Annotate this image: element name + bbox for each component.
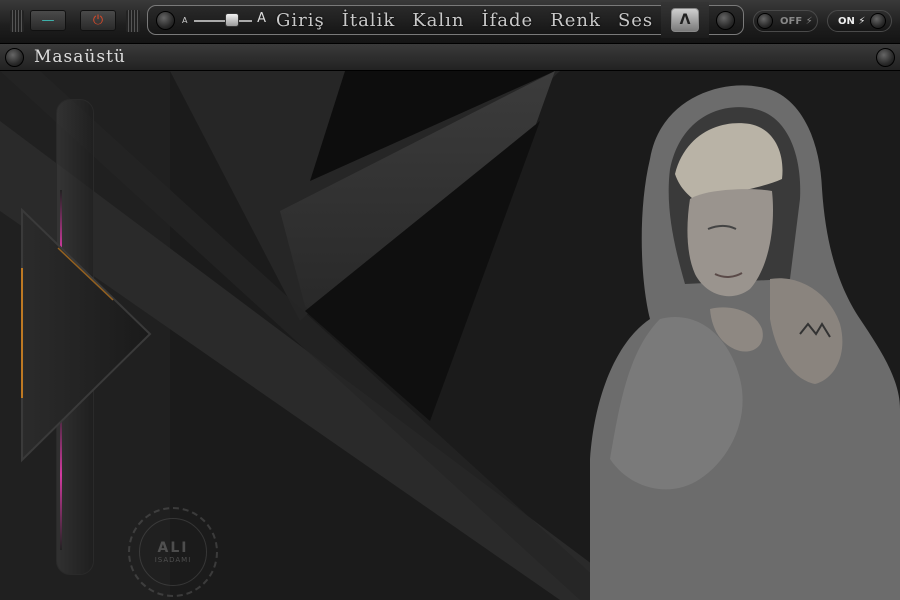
watermark-inner: ALI ISADAMI (139, 518, 207, 586)
watermark-line2: ISADAMI (154, 556, 192, 564)
app-logo-glyph: Λ (679, 12, 691, 28)
minimize-button[interactable]: — (30, 10, 66, 31)
menu-item-renk[interactable]: Renk (550, 10, 601, 31)
bolt-icon: ⚡ (805, 15, 813, 27)
window-controls: — ⏻ (10, 8, 140, 36)
watermark-line1: ALI (157, 540, 189, 556)
subbar-left-knob[interactable] (5, 48, 24, 67)
menu-item-giris[interactable]: Giriş (276, 10, 325, 31)
app-logo-icon: Λ (671, 8, 699, 32)
bolt-icon: ⚡ (858, 15, 866, 27)
play-icon[interactable] (18, 208, 158, 468)
menu-item-ses[interactable]: Ses (618, 10, 653, 31)
subbar-right-knob[interactable] (876, 48, 895, 67)
power-icon: ⏻ (92, 13, 104, 28)
app-logo-button[interactable]: Λ (661, 2, 709, 38)
on-switch-knob (870, 13, 887, 29)
off-switch[interactable]: OFF ⚡ (753, 10, 818, 32)
on-switch-label: ON ⚡ (838, 15, 866, 27)
command-bar-right-knob[interactable] (716, 11, 735, 30)
font-size-large-label: A (257, 11, 266, 26)
command-bar: A A Giriş İtalik Kalın İfade Renk Ses Λ (147, 2, 744, 38)
desktop-area: ALI ISADAMI (0, 71, 900, 600)
wallpaper-person-image (590, 85, 900, 600)
menu-item-kalin[interactable]: Kalın (412, 10, 464, 31)
off-switch-knob (757, 13, 773, 29)
grip-left (10, 10, 24, 32)
top-toolbar: — ⏻ A A Giriş İtalik Kalın İfade Renk Se… (0, 0, 900, 44)
font-size-thumb[interactable] (224, 13, 239, 27)
menu-item-ifade[interactable]: İfade (482, 10, 534, 31)
grip-right (126, 10, 140, 32)
desktop-title-bar: Masaüstü (0, 44, 900, 71)
off-switch-label: OFF ⚡ (780, 15, 813, 27)
font-size-track[interactable] (194, 20, 252, 22)
on-switch[interactable]: ON ⚡ (827, 10, 892, 32)
minimize-icon: — (41, 13, 55, 28)
font-size-small-label: A (182, 16, 188, 25)
power-button[interactable]: ⏻ (80, 10, 116, 31)
format-menu: Giriş İtalik Kalın İfade Renk Ses (276, 8, 670, 32)
menu-item-italik[interactable]: İtalik (342, 10, 396, 31)
page-title: Masaüstü (34, 47, 126, 67)
font-size-slider[interactable]: A A (182, 10, 266, 30)
command-bar-left-knob[interactable] (156, 11, 175, 30)
watermark-seal: ALI ISADAMI (128, 507, 218, 597)
